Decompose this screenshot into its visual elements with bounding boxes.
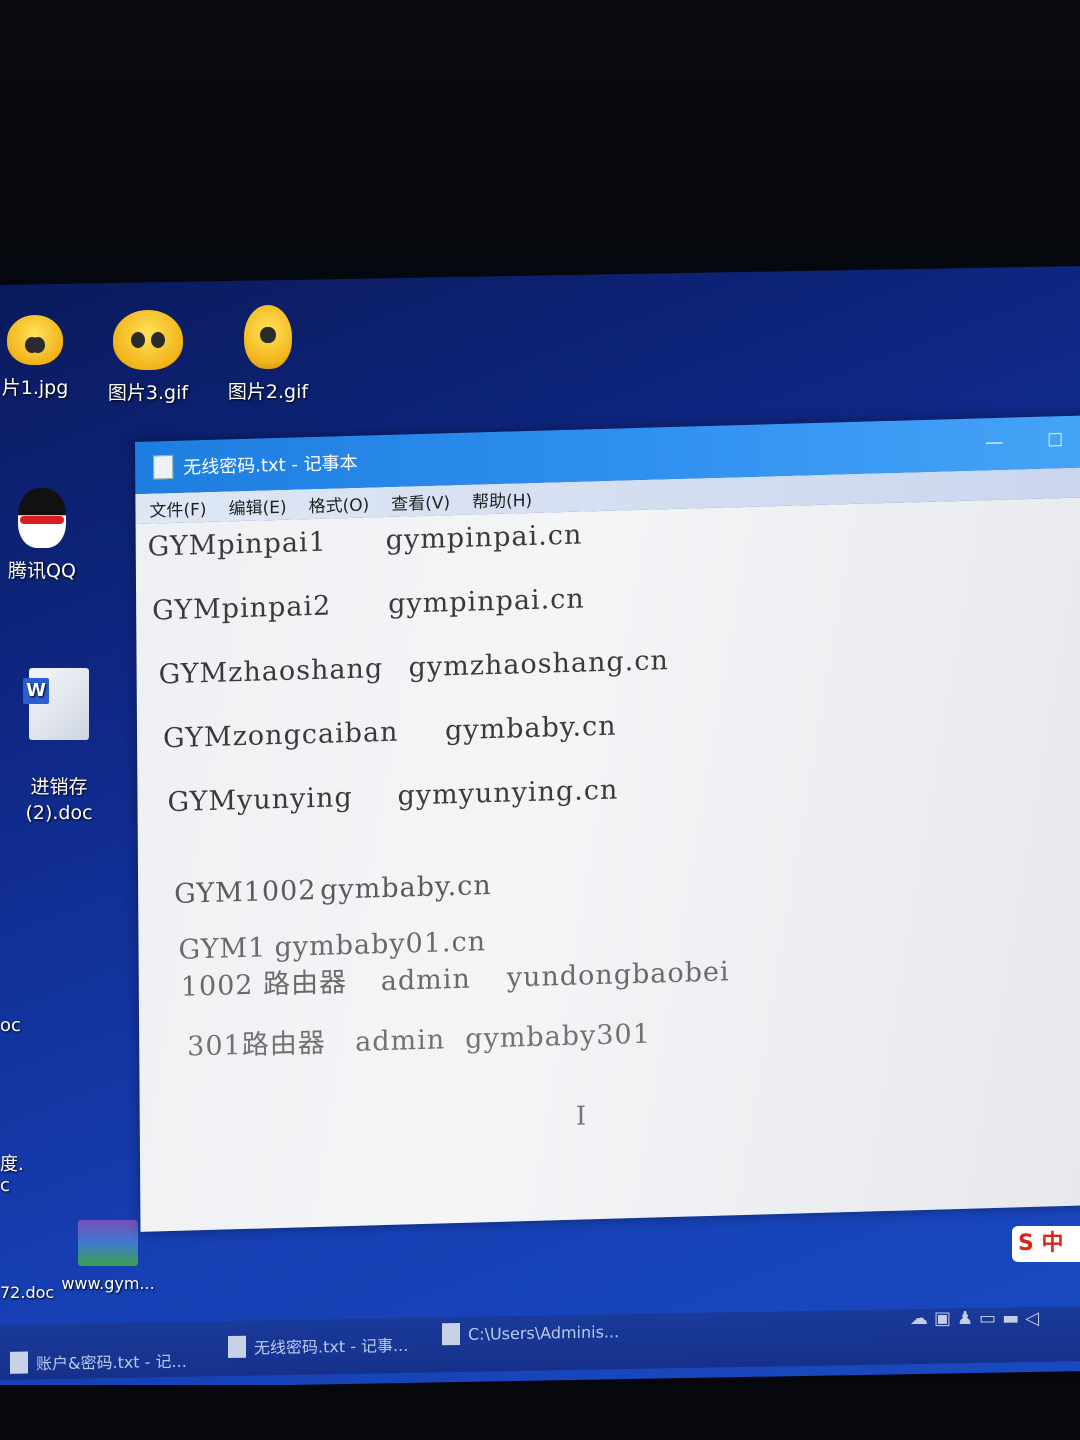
desktop-icon-label: 图片3.gif (107, 382, 189, 404)
partial-icon-label: oc (0, 1015, 21, 1036)
taskbar-item[interactable]: C:\Users\Adminis... (442, 1320, 619, 1346)
text-line: GYM1002 gymbaby.cn (174, 870, 492, 910)
image-icon (7, 315, 63, 365)
desktop-icon-inventory-doc[interactable]: W 进销存 (2).doc (14, 642, 104, 852)
desktop-icon-picture-1[interactable]: 片1.jpg (0, 315, 80, 400)
desktop-icon-label: 腾讯QQ (8, 560, 76, 582)
desktop-icon-label: www.gym... (61, 1274, 155, 1293)
menu-view[interactable]: 查看(V) (391, 488, 450, 515)
image-icon (244, 305, 292, 369)
taskbar-item[interactable]: 无线密码.txt - 记事... (228, 1332, 408, 1359)
partial-icon-label: 度. (0, 1154, 24, 1175)
text-line: 301路由器 admin gymbaby301 (187, 1018, 651, 1063)
maximize-icon[interactable]: ☐ (1047, 430, 1063, 451)
partial-icon-label: c (0, 1175, 10, 1196)
notepad-icon (153, 454, 174, 480)
image-icon (113, 310, 183, 370)
system-tray-icons[interactable]: ☁▣♟▭▬◁ (910, 1308, 1045, 1329)
monitor-bezel-top (0, 0, 1080, 300)
notepad-icon (228, 1335, 246, 1359)
notepad-icon (10, 1351, 28, 1374)
desktop-icon-picture-2[interactable]: 图片2.gif (218, 305, 318, 404)
qq-penguin-icon (18, 488, 66, 548)
text-line: GYMpinpai2 gympinpai.cn (152, 583, 585, 627)
menu-file[interactable]: 文件(F) (149, 495, 206, 522)
desktop-icon-picture-3[interactable]: 图片3.gif (98, 310, 198, 405)
text-line: GYMyunying gymyunying.cn (167, 774, 619, 819)
menu-edit[interactable]: 编辑(E) (228, 492, 286, 519)
partial-icon-label: 72.doc (0, 1283, 55, 1302)
ime-sogou-indicator[interactable]: S 中 (1012, 1226, 1080, 1262)
text-editor-area[interactable]: GYMpinpai1 gympinpai.cn GYMpinpai2 gympinp… (135, 497, 1080, 1232)
minimize-icon[interactable]: — (985, 432, 1003, 453)
word-document-icon: W (23, 668, 89, 740)
cmd-window-icon (442, 1322, 460, 1346)
desktop-icon-label: 片1.jpg (1, 377, 69, 399)
menu-format[interactable]: 格式(O) (308, 490, 369, 517)
text-line: GYMzongcaiban gymbaby.cn (162, 710, 617, 755)
text-cursor-icon: I (575, 1101, 588, 1132)
monitor-bezel-bottom (0, 1385, 1080, 1440)
taskbar-item[interactable]: 账户&密码.txt - 记... (10, 1348, 187, 1375)
text-line: GYMzhaoshang gymzhaoshang.cn (158, 645, 669, 691)
window-title: 无线密码.txt - 记事本 (183, 452, 358, 479)
desktop-icon-label: 进销存 (2).doc (25, 776, 93, 824)
notepad-window[interactable]: 无线密码.txt - 记事本 — ☐ 文件(F) 编辑(E) 格式(O) 查看(… (135, 415, 1080, 1232)
text-line: GYMpinpai1 gympinpai.cn (147, 519, 583, 563)
archive-icon (78, 1220, 138, 1266)
menu-help[interactable]: 帮助(H) (472, 485, 532, 512)
desktop-icon-tencent-qq[interactable]: 腾讯QQ (0, 488, 84, 583)
desktop-icon-label: 图片2.gif (227, 381, 309, 403)
